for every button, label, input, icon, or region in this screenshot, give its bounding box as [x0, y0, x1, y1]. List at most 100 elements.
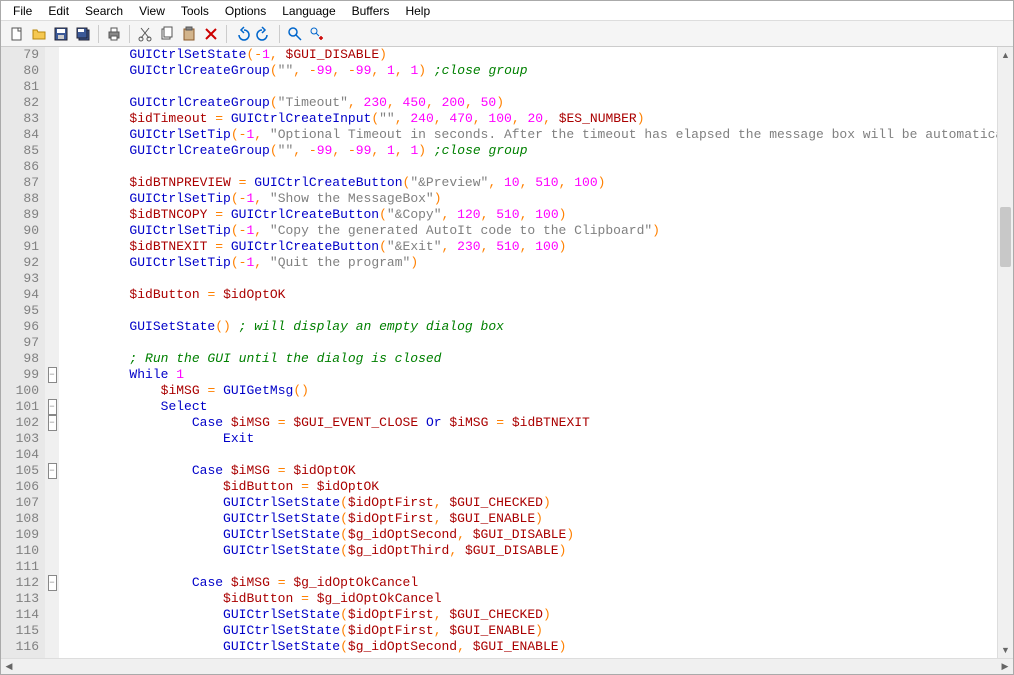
fold-line[interactable] [45, 239, 59, 255]
fold-line[interactable] [45, 351, 59, 367]
fold-line[interactable] [45, 495, 59, 511]
code-line[interactable]: Case $iMSG = $GUI_EVENT_CLOSE Or $iMSG =… [67, 415, 997, 431]
code-line[interactable]: GUICtrlSetTip(-1, "Copy the generated Au… [67, 223, 997, 239]
menu-options[interactable]: Options [217, 2, 274, 20]
code-line[interactable]: Select [67, 399, 997, 415]
menu-help[interactable]: Help [397, 2, 438, 20]
fold-line[interactable] [45, 607, 59, 623]
fold-line[interactable] [45, 79, 59, 95]
copy-icon[interactable] [157, 24, 177, 44]
fold-line[interactable] [45, 271, 59, 287]
menu-language[interactable]: Language [274, 2, 343, 20]
fold-collapse-icon[interactable]: − [48, 415, 57, 431]
code-line[interactable]: GUICtrlSetState($idOptFirst, $GUI_CHECKE… [67, 495, 997, 511]
open-file-icon[interactable] [29, 24, 49, 44]
code-line[interactable]: While 1 [67, 367, 997, 383]
fold-line[interactable] [45, 383, 59, 399]
fold-line[interactable] [45, 207, 59, 223]
menu-edit[interactable]: Edit [40, 2, 77, 20]
fold-line[interactable] [45, 223, 59, 239]
find-icon[interactable] [285, 24, 305, 44]
fold-line[interactable] [45, 287, 59, 303]
code-line[interactable]: GUISetState() ; will display an empty di… [67, 319, 997, 335]
code-line[interactable]: $idBTNPREVIEW = GUICtrlCreateButton("&Pr… [67, 175, 997, 191]
delete-icon[interactable] [201, 24, 221, 44]
scroll-left-icon[interactable]: ◀ [1, 661, 17, 672]
code-line[interactable]: GUICtrlSetTip(-1, "Quit the program") [67, 255, 997, 271]
code-line[interactable] [67, 559, 997, 575]
scroll-thumb[interactable] [1000, 207, 1011, 267]
undo-icon[interactable] [232, 24, 252, 44]
code-line[interactable]: ; Run the GUI until the dialog is closed [67, 351, 997, 367]
code-line[interactable]: GUICtrlSetState($g_idOptThird, $GUI_DISA… [67, 543, 997, 559]
code-line[interactable]: $idButton = $idOptOK [67, 287, 997, 303]
fold-line[interactable] [45, 639, 59, 655]
code-line[interactable]: $idTimeout = GUICtrlCreateInput("", 240,… [67, 111, 997, 127]
fold-line[interactable] [45, 143, 59, 159]
fold-line[interactable] [45, 47, 59, 63]
vertical-scrollbar[interactable]: ▲ ▼ [997, 47, 1013, 658]
fold-line[interactable] [45, 527, 59, 543]
code-line[interactable]: GUICtrlSetTip(-1, "Optional Timeout in s… [67, 127, 997, 143]
code-line[interactable]: GUICtrlSetState($idOptFirst, $GUI_ENABLE… [67, 511, 997, 527]
code-line[interactable]: $idButton = $idOptOK [67, 479, 997, 495]
fold-line[interactable] [45, 335, 59, 351]
code-line[interactable]: Exit [67, 431, 997, 447]
code-line[interactable]: GUICtrlSetState($idOptFirst, $GUI_ENABLE… [67, 623, 997, 639]
redo-icon[interactable] [254, 24, 274, 44]
fold-line[interactable] [45, 559, 59, 575]
fold-line[interactable] [45, 303, 59, 319]
menu-tools[interactable]: Tools [173, 2, 217, 20]
code-line[interactable] [67, 447, 997, 463]
menu-buffers[interactable]: Buffers [344, 2, 398, 20]
code-line[interactable]: GUICtrlSetState($g_idOptSecond, $GUI_ENA… [67, 639, 997, 655]
fold-line[interactable] [45, 127, 59, 143]
scroll-right-icon[interactable]: ▶ [997, 661, 1013, 672]
scroll-up-icon[interactable]: ▲ [998, 47, 1013, 63]
fold-line[interactable] [45, 175, 59, 191]
code-line[interactable]: GUICtrlSetState($g_idOptSecond, $GUI_DIS… [67, 527, 997, 543]
cut-icon[interactable] [135, 24, 155, 44]
fold-line[interactable] [45, 511, 59, 527]
fold-line[interactable] [45, 447, 59, 463]
fold-collapse-icon[interactable]: − [48, 399, 57, 415]
horizontal-scrollbar[interactable]: ◀ ▶ [1, 658, 1013, 674]
code-line[interactable] [67, 335, 997, 351]
paste-icon[interactable] [179, 24, 199, 44]
code-area[interactable]: GUICtrlSetState(-1, $GUI_DISABLE) GUICtr… [59, 47, 997, 658]
code-line[interactable]: GUICtrlSetState(-1, $GUI_DISABLE) [67, 47, 997, 63]
code-line[interactable]: GUICtrlCreateGroup("", -99, -99, 1, 1) ;… [67, 143, 997, 159]
code-line[interactable]: GUICtrlCreateGroup("Timeout", 230, 450, … [67, 95, 997, 111]
menu-view[interactable]: View [131, 2, 173, 20]
scroll-down-icon[interactable]: ▼ [998, 642, 1013, 658]
find-replace-icon[interactable] [307, 24, 327, 44]
code-line[interactable]: $idBTNCOPY = GUICtrlCreateButton("&Copy"… [67, 207, 997, 223]
fold-line[interactable] [45, 191, 59, 207]
code-line[interactable] [67, 159, 997, 175]
code-line[interactable]: $idButton = $g_idOptOkCancel [67, 591, 997, 607]
fold-line[interactable] [45, 159, 59, 175]
menu-file[interactable]: File [5, 2, 40, 20]
print-icon[interactable] [104, 24, 124, 44]
new-file-icon[interactable] [7, 24, 27, 44]
fold-line[interactable] [45, 319, 59, 335]
fold-line[interactable] [45, 111, 59, 127]
fold-line[interactable] [45, 479, 59, 495]
fold-line[interactable] [45, 431, 59, 447]
code-line[interactable] [67, 79, 997, 95]
code-line[interactable]: Case $iMSG = $g_idOptOkCancel [67, 575, 997, 591]
fold-line[interactable] [45, 255, 59, 271]
code-line[interactable]: GUICtrlSetTip(-1, "Show the MessageBox") [67, 191, 997, 207]
fold-line[interactable] [45, 63, 59, 79]
fold-gutter[interactable]: −−−−− [45, 47, 59, 658]
fold-line[interactable] [45, 95, 59, 111]
menubar[interactable]: FileEditSearchViewToolsOptionsLanguageBu… [1, 1, 1013, 21]
code-line[interactable]: $idBTNEXIT = GUICtrlCreateButton("&Exit"… [67, 239, 997, 255]
code-line[interactable]: Case $iMSG = $idOptOK [67, 463, 997, 479]
save-icon[interactable] [51, 24, 71, 44]
code-line[interactable]: $iMSG = GUIGetMsg() [67, 383, 997, 399]
code-line[interactable]: GUICtrlCreateGroup("", -99, -99, 1, 1) ;… [67, 63, 997, 79]
fold-collapse-icon[interactable]: − [48, 367, 57, 383]
fold-collapse-icon[interactable]: − [48, 575, 57, 591]
fold-line[interactable] [45, 591, 59, 607]
